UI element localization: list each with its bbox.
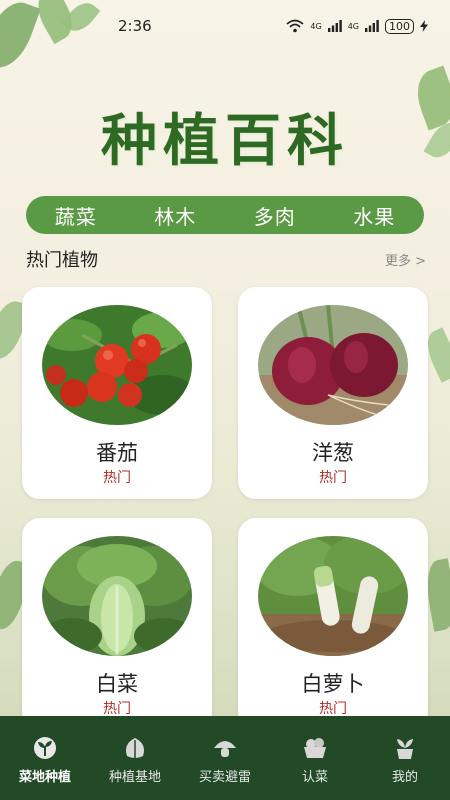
plant-tag: 热门 [103, 470, 131, 486]
tomato-image [42, 305, 192, 425]
plant-tag: 热门 [319, 701, 347, 717]
radish-image [258, 536, 408, 656]
vegetable-basket-icon [304, 738, 326, 758]
cell-signal-icon [365, 20, 379, 32]
nav-item-profile[interactable]: 我的 [360, 716, 450, 785]
charging-bolt-icon [420, 20, 428, 32]
plant-card-radish[interactable]: 白萝卜 热门 [238, 518, 428, 730]
nav-label: 种植基地 [108, 770, 161, 785]
category-tab-vegetables[interactable]: 蔬菜 [55, 201, 97, 230]
nav-item-vegetable-garden[interactable]: 菜地种植 [0, 716, 90, 785]
nav-label: 我的 [391, 770, 418, 785]
nav-label: 买卖避雷 [198, 770, 251, 785]
status-bar: 2:36 4G 4G 100 [0, 0, 450, 52]
more-link[interactable]: 更多 > [385, 250, 426, 269]
plant-name: 洋葱 [312, 441, 354, 465]
status-time: 2:36 [118, 17, 152, 35]
cell-signal-icon [327, 20, 342, 32]
nav-label: 认菜 [301, 770, 328, 785]
plant-name: 白萝卜 [301, 672, 365, 696]
onion-image [258, 305, 408, 425]
nav-label: 菜地种植 [18, 770, 71, 785]
plant-card-tomato[interactable]: 番茄 热门 [22, 287, 212, 499]
category-bar: 蔬菜 林木 多肉 水果 [26, 196, 424, 234]
nav-item-planting-base[interactable]: 种植基地 [90, 716, 180, 785]
nav-item-identify-vegetable[interactable]: 认菜 [270, 716, 360, 785]
nav-item-trade-tips[interactable]: 买卖避雷 [180, 716, 270, 785]
page-title: 种植百科 [101, 108, 349, 174]
status-icons: 4G 4G 100 [286, 18, 428, 34]
sprout-icon [34, 737, 56, 759]
section-title: 热门植物 [26, 250, 98, 271]
plant-card-onion[interactable]: 洋葱 热门 [238, 287, 428, 499]
plant-tag: 热门 [319, 470, 347, 486]
plant-name: 白菜 [96, 672, 138, 696]
category-tab-succulents[interactable]: 多肉 [254, 201, 296, 230]
signal-1-label: 4G [310, 21, 322, 31]
cabbage-image [42, 536, 192, 656]
plant-card-cabbage[interactable]: 白菜 热门 [22, 518, 212, 730]
mushroom-icon [214, 741, 236, 757]
category-tab-trees[interactable]: 林木 [154, 201, 196, 230]
plant-name: 番茄 [96, 441, 138, 465]
plant-tag: 热门 [103, 701, 131, 717]
plant-pot-icon [397, 739, 413, 759]
signal-2-label: 4G [347, 21, 359, 31]
battery-indicator: 100 [385, 18, 414, 34]
category-tab-fruits[interactable]: 水果 [353, 201, 395, 230]
wifi-icon [286, 19, 304, 33]
leaf-icon [126, 738, 144, 758]
bottom-nav: 菜地种植 种植基地 买卖避雷 认菜 我的 [0, 716, 450, 800]
section-header: 热门植物 更多 > [26, 246, 426, 272]
